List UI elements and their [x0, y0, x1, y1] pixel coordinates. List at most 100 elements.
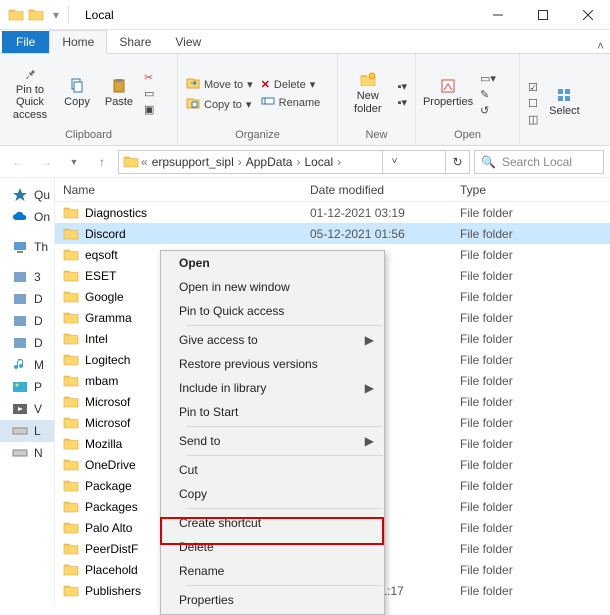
search-icon: 🔍 — [481, 155, 496, 169]
edit-icon: ✎ — [480, 88, 489, 101]
menu-item-open-in-new-window[interactable]: Open in new window — [161, 275, 384, 299]
select-all-button[interactable]: ☑ — [528, 81, 538, 94]
close-button[interactable] — [565, 0, 610, 30]
folder-icon — [63, 289, 79, 305]
recent-locations-button[interactable]: ▼ — [62, 150, 86, 174]
menu-item-give-access-to[interactable]: Give access to▶ — [161, 328, 384, 352]
folder-icon — [63, 310, 79, 326]
group-clipboard: Pin to Quick access Copy Paste ✂ ▭ ▣ Cli… — [0, 54, 178, 145]
table-row[interactable]: Diagnostics01-12-2021 03:19File folder — [55, 202, 610, 223]
copy-to-button[interactable]: Copy to ▾ — [186, 96, 253, 113]
address-bar: ← → ▼ ↑ « erpsupport_sipl› AppData› Loca… — [0, 146, 610, 178]
easy-access-button[interactable]: ▪▾ — [398, 96, 407, 109]
qat-customize-icon[interactable]: ▾ — [48, 7, 64, 23]
back-button[interactable]: ← — [6, 150, 30, 174]
menu-item-open[interactable]: Open — [161, 251, 384, 275]
rename-button[interactable]: Rename — [261, 94, 321, 111]
menu-item-pin-to-start[interactable]: Pin to Start — [161, 400, 384, 424]
forward-button[interactable]: → — [34, 150, 58, 174]
edit-button[interactable]: ✎ — [480, 88, 496, 101]
new-item-button[interactable]: ▪▾ — [398, 80, 407, 93]
sidebar-item[interactable]: N — [0, 442, 54, 464]
sidebar-item[interactable]: On — [0, 206, 54, 228]
refresh-button[interactable]: ↻ — [445, 151, 469, 173]
up-button[interactable]: ↑ — [90, 150, 114, 174]
select-icon — [556, 87, 572, 103]
nav-pane[interactable]: QuOnTh3DDDMPVLN — [0, 178, 55, 605]
sidebar-item[interactable]: D — [0, 332, 54, 354]
column-date[interactable]: Date modified — [310, 183, 460, 197]
pc-icon — [12, 239, 28, 255]
desk-icon — [12, 291, 28, 307]
delete-button[interactable]: ✕Delete ▾ — [261, 78, 321, 91]
menu-item-restore-previous-versions[interactable]: Restore previous versions — [161, 352, 384, 376]
menu-item-pin-to-quick-access[interactable]: Pin to Quick access — [161, 299, 384, 323]
paste-icon — [111, 78, 127, 94]
open-button[interactable]: ▭▾ — [480, 72, 496, 85]
select-button[interactable]: Select — [542, 83, 586, 117]
copy-button[interactable]: Copy — [56, 74, 98, 108]
tab-home[interactable]: Home — [49, 30, 107, 54]
column-headers[interactable]: Name Date modified Type — [55, 178, 610, 202]
properties-icon — [440, 78, 456, 94]
column-type[interactable]: Type — [460, 183, 610, 197]
sidebar-item[interactable]: P — [0, 376, 54, 398]
cloud-icon — [12, 209, 28, 225]
path-dropdown-button[interactable]: ˅ — [382, 151, 406, 173]
menu-separator — [187, 585, 383, 586]
folder-icon — [63, 373, 79, 389]
window-title: Local — [77, 8, 475, 22]
copy-path-button[interactable]: ▭ — [144, 87, 154, 100]
properties-button[interactable]: Properties — [420, 74, 476, 108]
moveto-icon — [186, 76, 200, 93]
context-menu: OpenOpen in new windowPin to Quick acces… — [160, 250, 385, 615]
sidebar-item[interactable]: L — [0, 420, 54, 442]
folder-icon — [63, 247, 79, 263]
tab-file[interactable]: File — [2, 31, 49, 53]
menu-separator — [187, 508, 383, 509]
sidebar-item[interactable]: D — [0, 288, 54, 310]
drive-c-icon — [12, 423, 28, 439]
sidebar-item[interactable]: Th — [0, 236, 54, 258]
sidebar-item[interactable]: D — [0, 310, 54, 332]
breadcrumb[interactable]: « erpsupport_sipl› AppData› Local› ˅ ↻ — [118, 150, 470, 174]
tab-share[interactable]: Share — [107, 31, 163, 53]
paste-button[interactable]: Paste — [98, 74, 140, 108]
sidebar-item[interactable]: V — [0, 398, 54, 420]
minimize-button[interactable] — [475, 0, 520, 30]
collapse-ribbon-icon[interactable]: ˄ — [597, 39, 604, 53]
invert-selection-button[interactable]: ◫ — [528, 113, 538, 126]
sidebar-item[interactable]: 3 — [0, 266, 54, 288]
new-folder-button[interactable]: New folder — [342, 68, 394, 114]
search-input[interactable]: 🔍 Search Local — [474, 150, 604, 174]
paste-shortcut-button[interactable]: ▣ — [144, 103, 154, 116]
history-button[interactable]: ↺ — [480, 104, 496, 117]
menu-separator — [187, 455, 383, 456]
divider — [68, 6, 69, 24]
table-row[interactable]: Discord05-12-2021 01:56File folder — [55, 223, 610, 244]
delete-icon: ✕ — [261, 78, 270, 91]
move-to-button[interactable]: Move to ▾ — [186, 76, 253, 93]
menu-item-copy[interactable]: Copy — [161, 482, 384, 506]
sidebar-item[interactable]: Qu — [0, 184, 54, 206]
folder-icon — [63, 499, 79, 515]
menu-item-send-to[interactable]: Send to▶ — [161, 429, 384, 453]
menu-item-delete[interactable]: Delete — [161, 535, 384, 559]
menu-item-properties[interactable]: Properties — [161, 588, 384, 612]
column-name[interactable]: Name — [55, 183, 310, 197]
tab-view[interactable]: View — [163, 31, 213, 53]
menu-item-cut[interactable]: Cut — [161, 458, 384, 482]
select-none-button[interactable]: ☐ — [528, 97, 538, 110]
menu-item-create-shortcut[interactable]: Create shortcut — [161, 511, 384, 535]
menu-item-rename[interactable]: Rename — [161, 559, 384, 583]
sidebar-item[interactable]: M — [0, 354, 54, 376]
pin-quick-access-button[interactable]: Pin to Quick access — [4, 62, 56, 120]
maximize-button[interactable] — [520, 0, 565, 30]
menu-item-include-in-library[interactable]: Include in library▶ — [161, 376, 384, 400]
folder-icon — [63, 205, 79, 221]
group-open: Properties ▭▾ ✎ ↺ Open — [416, 54, 520, 145]
group-organize: Move to ▾ Copy to ▾ ✕Delete ▾ Rename Org… — [178, 54, 338, 145]
cut-button[interactable]: ✂ — [144, 71, 154, 84]
folder-icon — [63, 541, 79, 557]
pin-icon — [22, 66, 38, 82]
